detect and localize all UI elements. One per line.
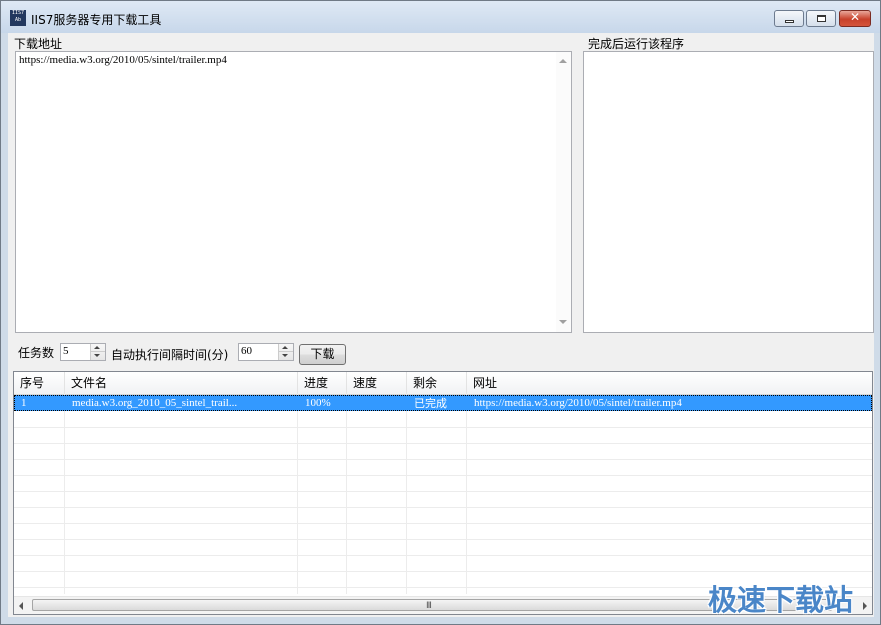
table-row-empty [14,524,872,540]
interval-stepper[interactable]: 60 [238,343,294,361]
column-header-speed[interactable]: 速度 [347,372,407,394]
spin-down-icon [282,354,288,357]
minimize-icon [785,20,794,23]
scroll-down-icon[interactable] [559,320,567,324]
table-row-empty [14,428,872,444]
client-area: 下载地址 完成后运行该程序 https://media.w3.org/2010/… [8,33,874,617]
row-index: 1 [21,397,27,409]
row-speed [348,396,408,411]
maximize-icon [817,15,826,22]
table-row-empty [14,444,872,460]
task-count-spin-buttons [90,344,105,360]
close-icon: ✕ [849,10,861,24]
download-url-textarea[interactable]: https://media.w3.org/2010/05/sintel/trai… [15,51,572,333]
download-button[interactable]: 下载 [299,344,346,365]
row-filename: media.w3.org_2010_05_sintel_trail... [72,397,238,409]
task-count-down-button[interactable] [91,352,105,360]
run-program-textarea[interactable] [583,51,874,333]
row-remaining: 已完成 [414,397,447,410]
spin-down-icon [94,354,100,357]
site-watermark: 极速下载站 [708,583,854,617]
maximize-button[interactable] [806,10,836,27]
table-row-empty [14,556,872,572]
table-row-empty [14,492,872,508]
interval-up-button[interactable] [279,344,293,352]
app-window: IIS7 Ab IIS7服务器专用下载工具 ✕ 下载地址 完成后运行该程序 ht… [0,0,881,625]
column-header-remaining[interactable]: 剩余 [407,372,467,394]
interval-label: 自动执行间隔时间(分) [111,348,229,362]
column-header-url[interactable]: 网址 [467,372,872,394]
task-count-up-button[interactable] [91,344,105,352]
column-header-filename[interactable]: 文件名 [65,372,298,394]
app-logo-icon: IIS7 Ab [10,10,26,26]
scroll-up-icon[interactable] [559,59,567,63]
scroll-left-icon[interactable] [19,602,23,610]
task-count-value: 5 [63,345,69,357]
task-count-label: 任务数 [18,346,55,360]
table-row[interactable]: 1 media.w3.org_2010_05_sintel_trail... 1… [14,395,872,411]
table-row-empty [14,508,872,524]
download-url-value: https://media.w3.org/2010/05/sintel/trai… [19,54,227,66]
table-row-empty [14,412,872,428]
spin-up-icon [282,346,288,349]
row-url: https://media.w3.org/2010/05/sintel/trai… [474,397,682,409]
table-row-empty [14,540,872,556]
scroll-right-icon[interactable] [863,602,867,610]
column-header-progress[interactable]: 进度 [298,372,347,394]
run-after-label: 完成后运行该程序 [588,37,685,51]
task-list-header: 序号 文件名 进度 速度 剩余 网址 [14,372,872,395]
close-button[interactable]: ✕ [839,10,871,27]
scrollbar-grip: III [426,601,432,611]
title-bar[interactable]: IIS7 Ab IIS7服务器专用下载工具 ✕ [1,1,880,33]
url-textarea-scrollbar[interactable] [556,52,571,332]
minimize-button[interactable] [774,10,804,27]
table-row-empty [14,460,872,476]
download-url-label: 下载地址 [14,37,63,51]
window-title: IIS7服务器专用下载工具 [31,13,162,27]
row-progress: 100% [305,397,331,409]
spin-up-icon [94,346,100,349]
table-row-empty [14,476,872,492]
task-count-stepper[interactable]: 5 [60,343,106,361]
column-header-index[interactable]: 序号 [14,372,65,394]
interval-down-button[interactable] [279,352,293,360]
interval-spin-buttons [278,344,293,360]
interval-value: 60 [241,345,252,357]
